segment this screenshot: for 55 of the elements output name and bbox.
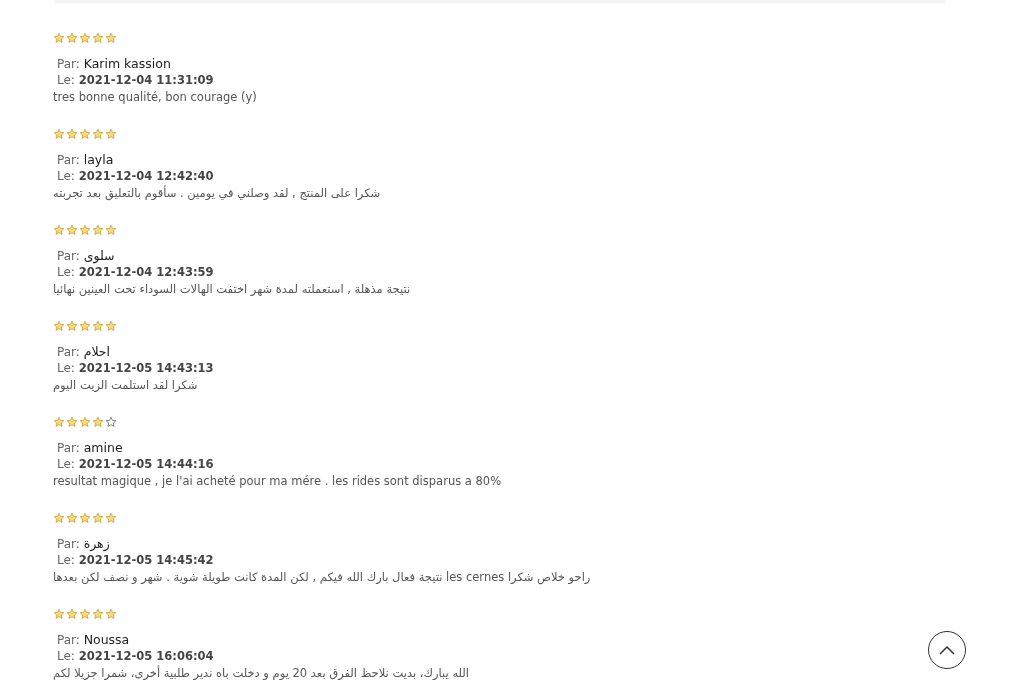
date-line: Le: 2021-12-04 11:31:09 bbox=[56, 72, 214, 88]
star-icon bbox=[66, 416, 78, 428]
star-icon bbox=[105, 608, 117, 620]
star-icon bbox=[105, 320, 117, 332]
star-icon bbox=[92, 416, 104, 428]
star-icon bbox=[53, 128, 65, 140]
star-icon bbox=[53, 416, 65, 428]
star-icon bbox=[66, 320, 78, 332]
star-icon bbox=[92, 608, 104, 620]
star-icon bbox=[105, 416, 117, 428]
star-icon bbox=[79, 32, 91, 44]
star-icon bbox=[92, 128, 104, 140]
review-comment: نتيجة مذهلة , استعملته لمدة شهر اختفت الهالات السوداء تحت العينين نهائيا bbox=[53, 281, 411, 297]
star-icon bbox=[92, 320, 104, 332]
star-icon bbox=[79, 224, 91, 236]
date-line: Le: 2021-12-04 12:42:40 bbox=[56, 168, 214, 184]
review-comment: شكرا لقد استلمت الزيت اليوم bbox=[53, 377, 198, 393]
star-icon bbox=[53, 224, 65, 236]
star-icon bbox=[66, 224, 78, 236]
author-line: Par: amine bbox=[56, 440, 123, 456]
star-icon bbox=[105, 224, 117, 236]
scroll-to-top-button[interactable] bbox=[928, 631, 966, 669]
author-line: Par: layla bbox=[56, 152, 114, 168]
star-icon bbox=[79, 128, 91, 140]
star-icon bbox=[66, 128, 78, 140]
star-icon bbox=[105, 512, 117, 524]
author-line: Par: Karim kassion bbox=[56, 56, 171, 72]
review-comment: الله يبارك، بديت نلاحظ الفرق بعد 20 يوم و دخلت باه ندير طلبية أخرى، شمرا جزيلا لكم bbox=[53, 665, 470, 681]
date-line: Le: 2021-12-05 14:44:16 bbox=[56, 456, 214, 472]
star-icon bbox=[79, 320, 91, 332]
star-icon bbox=[53, 320, 65, 332]
date-line: Le: 2021-12-05 14:43:13 bbox=[56, 360, 214, 376]
review-comment: tres bonne qualité, bon courage (y) bbox=[53, 89, 257, 105]
star-icon bbox=[53, 32, 65, 44]
star-icon bbox=[53, 608, 65, 620]
date-line: Le: 2021-12-05 16:06:04 bbox=[56, 648, 214, 664]
star-icon bbox=[66, 608, 78, 620]
review-comment: راحو خلاص شكرا les cernes نتيجة فعال بارك الله فيكم , لكن المدة كانت طويلة شوية . شهر و نصف لكن بعدها bbox=[53, 569, 591, 585]
star-icon bbox=[105, 128, 117, 140]
star-icon bbox=[92, 32, 104, 44]
review-comment: resultat magique , je l'ai acheté pour ma mére . les rides sont disparus a 80% bbox=[53, 473, 502, 489]
chevron-up-icon bbox=[939, 645, 955, 655]
date-line: Le: 2021-12-04 12:43:59 bbox=[56, 264, 214, 280]
review-comment: شكرا على المنتج , لقد وصلني في يومين . سأقوم بالتعليق بعد تجربته bbox=[53, 185, 381, 201]
author-line: Par: Noussa bbox=[56, 632, 130, 648]
star-icon bbox=[92, 224, 104, 236]
star-icon bbox=[53, 512, 65, 524]
star-icon bbox=[66, 32, 78, 44]
star-icon bbox=[79, 416, 91, 428]
star-icon bbox=[79, 608, 91, 620]
star-icon bbox=[79, 512, 91, 524]
star-icon bbox=[92, 512, 104, 524]
star-icon bbox=[105, 32, 117, 44]
star-icon bbox=[66, 512, 78, 524]
date-line: Le: 2021-12-05 14:45:42 bbox=[56, 552, 214, 568]
